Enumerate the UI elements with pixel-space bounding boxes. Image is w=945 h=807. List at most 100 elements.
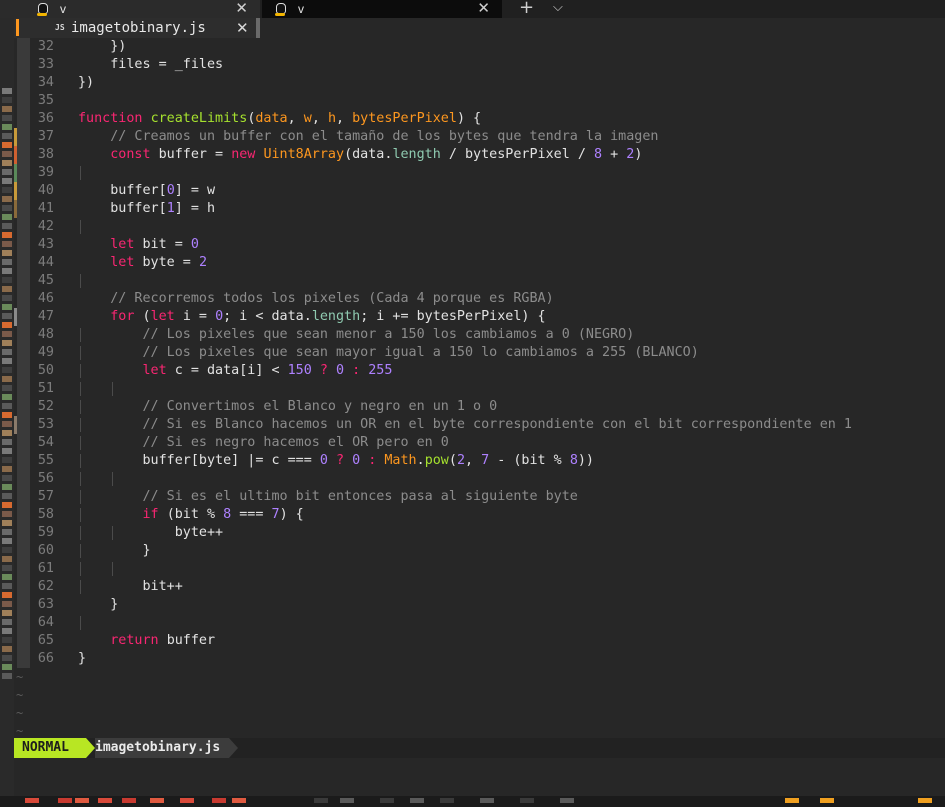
buffer-tab-imagetobinary[interactable]: JS imagetobinary.js ✕: [14, 18, 260, 38]
code-token: buffer[: [110, 201, 167, 216]
gutter: [17, 272, 30, 290]
line-code: for (let i = 0; i < data.length; i += by…: [56, 308, 945, 326]
background-blur-block: [2, 286, 12, 292]
code-line[interactable]: 43 let bit = 0: [14, 236, 945, 254]
line-code: let byte = 2: [56, 254, 945, 272]
terminal-tab-1[interactable]: v ✕: [0, 0, 260, 18]
code-line[interactable]: 55 buffer[byte] |= c === 0 ? 0 : Math.po…: [14, 452, 945, 470]
buffer-tabline: JS imagetobinary.js ✕: [14, 18, 945, 38]
line-code: const buffer = new Uint8Array(data.lengt…: [56, 146, 945, 164]
tab-dropdown-chevron-icon[interactable]: ⌵: [553, 0, 563, 18]
background-blur-block: [2, 97, 12, 103]
code-line[interactable]: 64: [14, 614, 945, 632]
gutter: [17, 38, 30, 56]
line-number: 63: [37, 597, 54, 612]
code-line[interactable]: 33 files = _files: [14, 56, 945, 74]
code-token: - (bit %: [489, 453, 570, 468]
code-line[interactable]: 38 const buffer = new Uint8Array(data.le…: [14, 146, 945, 164]
line-text: [78, 165, 110, 180]
code-token: ,: [336, 111, 353, 126]
code-line[interactable]: 40 buffer[0] = w: [14, 182, 945, 200]
code-line[interactable]: 48 // Los pixeles que sean menor a 150 l…: [14, 326, 945, 344]
line-number: 43: [37, 237, 54, 252]
code-token: 8: [223, 507, 232, 522]
background-blur-block: [2, 457, 12, 463]
code-token: let: [150, 309, 183, 324]
line-code: buffer[byte] |= c === 0 ? 0 : Math.pow(2…: [56, 452, 945, 470]
terminal-tab-2[interactable]: v ✕: [262, 0, 502, 18]
background-blur-block: [2, 259, 12, 265]
code-line[interactable]: 60 }: [14, 542, 945, 560]
close-tab-1-icon[interactable]: ✕: [235, 0, 248, 17]
code-token: let: [110, 255, 143, 270]
code-line[interactable]: 57 // Si es el ultimo bit entonces pasa …: [14, 488, 945, 506]
command-line[interactable]: [14, 758, 945, 796]
empty-buffer-tilde: ~: [16, 670, 24, 684]
close-tab-2-icon[interactable]: ✕: [477, 0, 490, 17]
line-number: 46: [37, 291, 54, 306]
code-line[interactable]: 54 // Si es negro hacemos el OR pero en …: [14, 434, 945, 452]
code-line[interactable]: 50 let c = data[i] < 150 ? 0 : 255: [14, 362, 945, 380]
code-line[interactable]: 34}): [14, 74, 945, 92]
code-line[interactable]: 49 // Los pixeles que sean mayor igual a…: [14, 344, 945, 362]
code-line[interactable]: 62 bit++: [14, 578, 945, 596]
code-token: bit++: [142, 579, 183, 594]
gutter: [17, 254, 30, 272]
code-line[interactable]: 44 let byte = 2: [14, 254, 945, 272]
line-code: // Los pixeles que sean mayor igual a 15…: [56, 344, 945, 362]
code-line[interactable]: 46 // Recorremos todos los pixeles (Cada…: [14, 290, 945, 308]
gutter: [17, 236, 30, 254]
background-blur-block: [2, 502, 12, 508]
code-line[interactable]: 66}: [14, 650, 945, 668]
code-area[interactable]: 32 }) 33 files = _files 34}) 35 36 function c…: [14, 38, 945, 740]
code-token: bytesPerPixel: [352, 111, 457, 126]
line-text: buffer[byte] |= c === 0 ? 0 : Math.pow(2…: [78, 453, 595, 468]
code-line[interactable]: 65 return buffer: [14, 632, 945, 650]
linux-penguin-icon: [36, 2, 48, 16]
background-blur-block: [2, 250, 12, 256]
line-text: let byte = 2: [78, 255, 207, 270]
line-text: return buffer: [78, 633, 215, 648]
code-line[interactable]: 45: [14, 272, 945, 290]
code-line[interactable]: 63 }: [14, 596, 945, 614]
buffer-close-icon[interactable]: ✕: [236, 19, 249, 37]
gutter: [17, 74, 30, 92]
code-token: byte =: [142, 255, 199, 270]
code-line[interactable]: 56: [14, 470, 945, 488]
background-blur-block: [2, 268, 12, 274]
code-line[interactable]: 42: [14, 218, 945, 236]
line-code: // Si es negro hacemos el OR pero en 0: [56, 434, 945, 452]
gutter: [17, 542, 30, 560]
new-tab-button[interactable]: +: [519, 0, 534, 18]
code-line[interactable]: 35: [14, 92, 945, 110]
code-token: // Los pixeles que sean mayor igual a 15…: [142, 345, 699, 360]
gutter: [17, 398, 30, 416]
gutter: [17, 632, 30, 650]
code-line[interactable]: 41 buffer[1] = h: [14, 200, 945, 218]
code-token: buffer: [166, 633, 216, 648]
code-line[interactable]: 32 }): [14, 38, 945, 56]
line-number: 33: [37, 57, 54, 72]
code-line[interactable]: 52 // Convertimos el Blanco y negro en u…: [14, 398, 945, 416]
background-blur-block: [2, 439, 12, 445]
line-code: buffer[1] = h: [56, 200, 945, 218]
code-line[interactable]: 39: [14, 164, 945, 182]
code-line[interactable]: 58 if (bit % 8 === 7) {: [14, 506, 945, 524]
code-line[interactable]: 47 for (let i = 0; i < data.length; i +=…: [14, 308, 945, 326]
line-number: 64: [37, 615, 54, 630]
background-blur-block: [2, 295, 12, 301]
filename-separator: [229, 738, 238, 758]
code-line[interactable]: 61: [14, 560, 945, 578]
background-blur-block: [2, 628, 12, 634]
code-line[interactable]: 36 function createLimits(data, w, h, byte…: [14, 110, 945, 128]
background-blur-block: [2, 223, 12, 229]
background-blur-block: [380, 798, 394, 803]
code-line[interactable]: 37 // Creamos un buffer con el tamaño de…: [14, 128, 945, 146]
code-token: 8: [594, 147, 603, 162]
line-number: 62: [37, 579, 54, 594]
code-token: }: [78, 651, 87, 666]
code-line[interactable]: 51: [14, 380, 945, 398]
code-line[interactable]: 59 byte++: [14, 524, 945, 542]
terminal-tab-2-title: v: [298, 2, 304, 16]
code-line[interactable]: 53 // Si es Blanco hacemos un OR en el b…: [14, 416, 945, 434]
